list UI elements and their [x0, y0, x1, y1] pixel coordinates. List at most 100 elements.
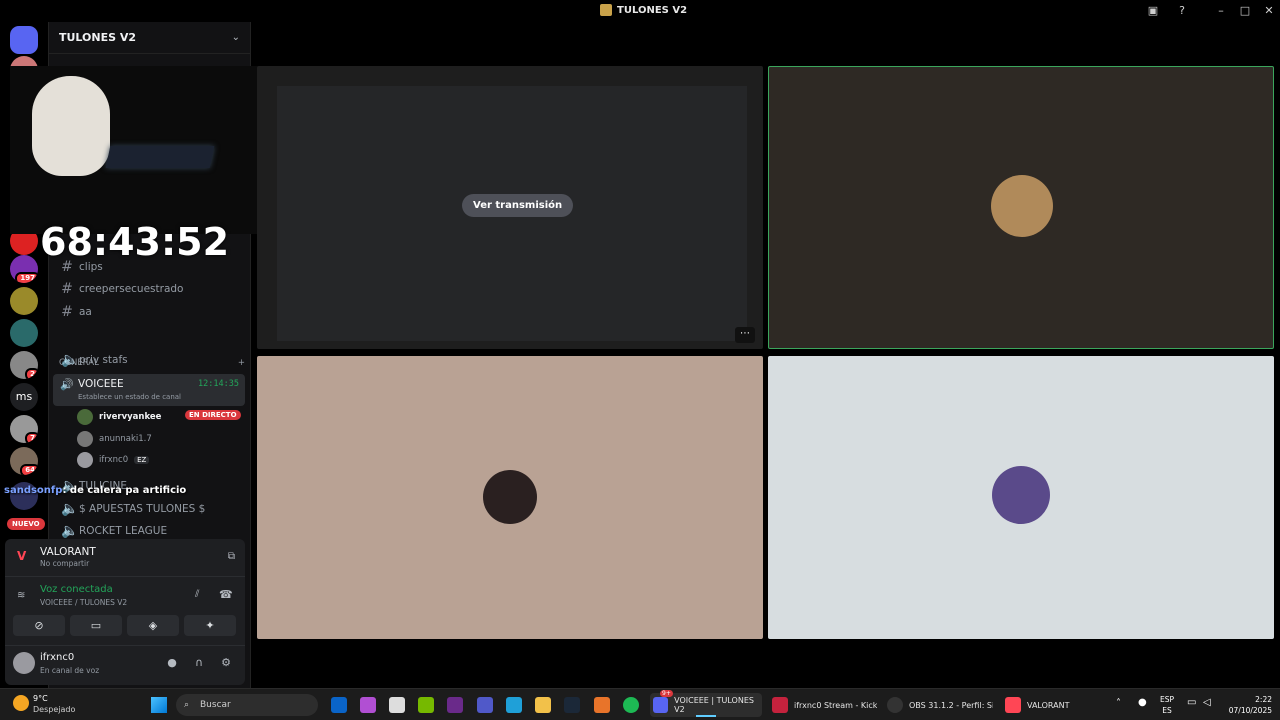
soundboard-button[interactable]: ✦ [184, 615, 236, 636]
channel-timer: 12:14:35 [198, 379, 239, 389]
window-title-text: TULONES V2 [617, 4, 688, 16]
server-icon[interactable] [10, 287, 38, 315]
more-options-icon[interactable]: ⋯ [735, 327, 755, 343]
stream-tile[interactable]: Ver transmisión ⋯ [257, 66, 763, 349]
channel-status[interactable]: Establece un estado de canal [78, 393, 181, 401]
hash-icon: # [61, 304, 73, 320]
live-badge: EN DIRECTO [185, 410, 241, 420]
language-code: ESP [1160, 695, 1175, 704]
server-icon[interactable] [10, 319, 38, 347]
voice-user[interactable]: rivervyankee [77, 407, 161, 427]
noise-suppression-icon[interactable]: ⫽ [195, 589, 199, 600]
screen-share-icon: ▭ [90, 619, 102, 632]
clock-time: 2:22 [1255, 695, 1272, 704]
gear-icon[interactable]: ⚙ [218, 656, 234, 672]
microphone-icon[interactable]: ● [164, 656, 180, 672]
share-screen-button[interactable]: ▭ [70, 615, 122, 636]
participant-tile[interactable] [768, 356, 1274, 639]
obs-icon [887, 697, 903, 713]
close-button[interactable]: ✕ [1260, 3, 1278, 19]
avatar [483, 470, 537, 524]
voice-status-row: ≋ Voz conectada VOICEEE / TULONES V2 ⫽ ☎ [5, 579, 245, 613]
copilot-icon[interactable] [360, 697, 376, 713]
chevron-down-icon: ⌄ [231, 32, 240, 43]
inbox-icon[interactable]: ▣ [1144, 3, 1162, 19]
language-indicator[interactable]: ESP ES [1160, 694, 1174, 716]
avatar [992, 466, 1050, 524]
voice-user[interactable]: anunnaki1.7 [77, 429, 152, 449]
store-icon[interactable] [389, 697, 405, 713]
soundboard-icon: ✦ [205, 619, 215, 632]
taskbar-app-obs[interactable]: OBS 31.1.2 - Perfil: Sin T [887, 693, 993, 717]
weather-description[interactable]: Despejado [33, 705, 75, 714]
folder-icon[interactable] [535, 697, 551, 713]
microphone-icon[interactable]: ● [1138, 697, 1147, 708]
camera-off-button[interactable]: ⊘ [13, 615, 65, 636]
app-icon[interactable] [447, 697, 463, 713]
taskbar-app-browser[interactable]: ifrxnc0 Stream - Kick Da [772, 693, 877, 717]
voice-channel-apuestas[interactable]: 🔈 $ APUESTAS TULONES $ [57, 498, 245, 520]
participant-tile[interactable] [257, 356, 763, 639]
weather-temperature[interactable]: 9°C [33, 694, 48, 703]
avatar[interactable] [13, 652, 35, 674]
disconnect-icon[interactable]: ☎ [219, 588, 233, 601]
share-screen-icon[interactable]: ⧉ [228, 551, 235, 562]
voice-channel-priv-stafs[interactable]: 🔈 priv stafs [57, 349, 245, 371]
unread-badge: 64 [20, 464, 38, 475]
new-badge[interactable]: NUEVO [7, 518, 45, 530]
search-icon: ⌕ [184, 700, 190, 710]
channel-label: ROCKET LEAGUE [79, 525, 168, 537]
taskbar-app-label: VALORANT [1027, 700, 1070, 710]
volume-icon[interactable]: ◁ [1203, 697, 1211, 708]
channel-label: creepersecuestrado [79, 283, 184, 295]
avatar [77, 431, 93, 447]
user-name[interactable]: ifrxnc0 [40, 652, 74, 663]
discord-home-icon[interactable] [10, 26, 38, 54]
user-tag: EZ [134, 456, 150, 464]
window-titlebar: TULONES V2 ▣ ? – □ ✕ [0, 0, 1280, 22]
server-icon [600, 4, 612, 16]
activities-button[interactable]: ◈ [127, 615, 179, 636]
server-icon[interactable]: ms [10, 383, 38, 411]
keyboard-layout: ES [1162, 706, 1172, 715]
help-icon[interactable]: ? [1173, 3, 1191, 19]
start-icon[interactable] [151, 697, 167, 713]
network-icon[interactable]: ▭ [1187, 697, 1196, 708]
server-header[interactable]: TULONES V2 ⌄ [49, 22, 250, 54]
browser-icon [772, 697, 788, 713]
server-icon[interactable]: 197 [10, 255, 38, 283]
chevron-up-icon[interactable]: ˄ [1116, 698, 1121, 709]
server-icon[interactable]: 2 [10, 351, 38, 379]
search-placeholder: Buscar [200, 700, 231, 710]
taskbar-app-valorant[interactable]: VALORANT [1005, 693, 1075, 717]
nvidia-icon[interactable] [418, 697, 434, 713]
app-icon[interactable] [594, 697, 610, 713]
headphones-icon[interactable]: ∩ [191, 656, 207, 672]
search-box[interactable]: ⌕ Buscar [176, 694, 318, 716]
system-clock[interactable]: 2:22 07/10/2025 [1222, 694, 1272, 716]
participant-tile[interactable] [768, 66, 1274, 349]
activity-row[interactable]: V VALORANT No compartir ⧉ [5, 539, 245, 577]
voice-status-title[interactable]: Voz conectada [40, 584, 113, 595]
user-row: ifrxnc0 En canal de voz ● ∩ ⚙ [5, 645, 245, 683]
steam-icon[interactable] [564, 697, 580, 713]
active-indicator [696, 715, 716, 717]
edge-icon[interactable] [506, 697, 522, 713]
channel-aa[interactable]: # aa [57, 301, 245, 323]
server-icon[interactable]: 64 [10, 447, 38, 475]
spotify-icon[interactable] [623, 697, 639, 713]
unread-badge: 9+ [660, 690, 673, 697]
teams-icon[interactable] [477, 697, 493, 713]
voice-channel-voiceee[interactable]: 🔊 VOICEEE 12:14:35 Establece un estado d… [53, 374, 245, 406]
maximize-button[interactable]: □ [1236, 3, 1254, 19]
voice-status-sub[interactable]: VOICEEE / TULONES V2 [40, 598, 127, 607]
watch-stream-button[interactable]: Ver transmisión [462, 194, 574, 217]
minimize-button[interactable]: – [1212, 3, 1230, 19]
outlook-icon[interactable] [331, 697, 347, 713]
user-panel: V VALORANT No compartir ⧉ ≋ Voz conectad… [5, 539, 245, 685]
voice-user[interactable]: ifrxnc0 EZ [77, 450, 150, 470]
speaker-icon: 🔊 [60, 378, 74, 391]
channel-creepersecuestrado[interactable]: # creepersecuestrado [57, 278, 245, 300]
server-icon[interactable]: 7 [10, 415, 38, 443]
channel-label: VOICEEE [78, 378, 124, 390]
